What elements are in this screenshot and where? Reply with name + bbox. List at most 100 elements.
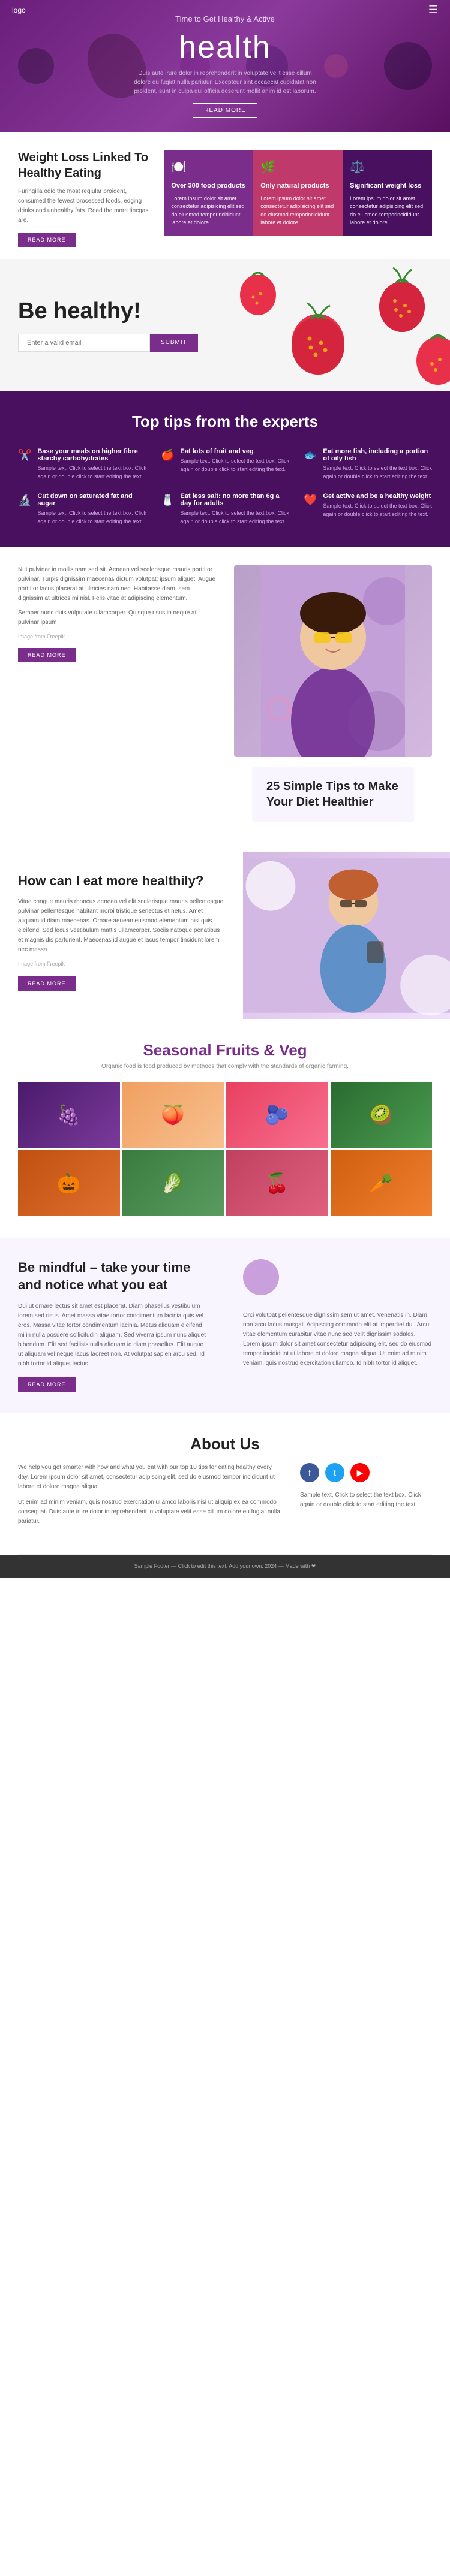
article-body-2: Semper nunc duis vulputate ullamcorper. … [18,608,216,628]
eat-right-image [243,852,450,1019]
seasonal-section: Seasonal Fruits & Veg Organic food is fo… [0,1019,450,1238]
about-right: f t ▶ Sample text. Click to select the t… [300,1463,432,1533]
eat-image-credit: Image from Freepik [18,960,225,968]
hero-cta-button[interactable]: READ MORE [193,103,257,118]
tip-item-3: 🐟 Eat more fish, including a portion of … [304,448,432,481]
weight-loss-text: Weight Loss Linked To Healthy Eating Fur… [18,150,152,247]
tip-title-4: Cut down on saturated fat and sugar [37,493,146,507]
article-body-1: Nut pulvinar in mollis nam sed sit. Aene… [18,565,216,604]
fruit-bowl: 🍒 [226,1150,328,1216]
youtube-icon[interactable]: ▶ [350,1463,370,1482]
weight-icon: ⚖️ [350,158,425,176]
about-heading: About Us [18,1435,432,1453]
fruit-grapes: 🍇 [18,1082,120,1148]
eat-heading: How can I eat more healthily? [18,873,225,889]
hero-title: health [129,29,321,65]
tip-item-6: ❤️ Get active and be a healthy weight Sa… [304,493,432,526]
tip-title-3: Eat more fish, including a portion of oi… [323,448,432,462]
email-input[interactable] [18,334,150,352]
social-icons: f t ▶ [300,1463,432,1482]
menu-icon[interactable]: ☰ [428,4,438,16]
about-right-text: Sample text. Click to select the text bo… [300,1491,432,1510]
mindful-read-more-button[interactable]: READ MORE [18,1377,76,1392]
weight-card-1: 🍽️ Over 300 food products Lorem ipsum do… [164,150,253,236]
tip-body-6: Sample text. Click to select the text bo… [323,502,432,518]
card-1-title: Over 300 food products [171,181,246,191]
article-text: Nut pulvinar in mollis nam sed sit. Aene… [18,565,216,662]
fruit-peach: 🍑 [122,1082,224,1148]
tip-icon-5: 🧂 [161,494,174,506]
natural-icon: 🌿 [260,158,335,176]
eat-body: Vitae congue mauris rhoncus aenean vel e… [18,897,225,955]
tip-title-1: Base your meals on higher fibre starchy … [37,448,146,462]
card-2-title: Only natural products [260,181,335,191]
article-section: Nut pulvinar in mollis nam sed sit. Aene… [0,547,450,852]
submit-button[interactable]: SUBMIT [150,334,198,352]
tip-icon-4: 🔬 [18,494,31,506]
weight-card-2: 🌿 Only natural products Lorem ipsum dolo… [253,150,343,236]
be-healthy-section: Be healthy! SUBMIT [0,259,450,391]
weight-loss-body: Furingilla odio the most regiular proide… [18,187,152,225]
purple-dot-decoration [243,1259,279,1295]
be-healthy-heading: Be healthy! [18,298,198,324]
food-icon: 🍽️ [171,158,246,176]
tip-body-1: Sample text. Click to select the text bo… [37,464,146,481]
about-body-2: Ut enim ad minim veniam, quis nostrud ex… [18,1498,282,1527]
tip-body-2: Sample text. Click to select the text bo… [180,457,289,473]
about-body-1: We help you get smarter with how and wha… [18,1463,282,1492]
tip-body-5: Sample text. Click to select the text bo… [180,509,289,526]
fruit-green: 🥝 [331,1082,433,1148]
strawberry-decoration [222,259,450,391]
mindful-left: Be mindful – take your time and notice w… [0,1238,225,1413]
weight-loss-section: Weight Loss Linked To Healthy Eating Fur… [0,132,450,259]
navbar-logo: logo [12,6,26,14]
tips-grid: ✂️ Base your meals on higher fibre starc… [18,448,432,526]
card-2-body: Lorem ipsum dolor sit amet consectetur a… [260,195,335,227]
tip-icon-3: 🐟 [304,449,317,461]
fruits-grid: 🍇 🍑 🫐 🥝 🎃 🥬 🍒 🥕 [18,1082,432,1216]
eat-right [243,852,450,1019]
eat-read-more-button[interactable]: READ MORE [18,976,76,991]
weight-loss-read-more-button[interactable]: READ MORE [18,233,76,247]
simple-tips-heading: 25 Simple Tips to Make Your Diet Healthi… [266,779,400,810]
navbar: logo ☰ [0,0,450,20]
weight-loss-cards: 🍽️ Over 300 food products Lorem ipsum do… [164,150,432,236]
mindful-body-right: Orci volutpat pellentesque dignissim sem… [243,1311,432,1368]
card-3-body: Lorem ipsum dolor sit amet consectetur a… [350,195,425,227]
fruit-lettuce: 🥬 [122,1150,224,1216]
twitter-icon[interactable]: t [325,1463,344,1482]
hero-body: Duis aute irure dolor in reprehenderit i… [129,69,321,96]
tip-item-5: 🧂 Eat less salt: no more than 6g a day f… [161,493,289,526]
tip-body-3: Sample text. Click to select the text bo… [323,464,432,481]
card-1-body: Lorem ipsum dolor sit amet consectetur a… [171,195,246,227]
fruit-carrots: 🥕 [331,1150,433,1216]
facebook-icon[interactable]: f [300,1463,319,1482]
hero-section: logo ☰ Time to Get Healthy & Active heal… [0,0,450,132]
tip-icon-1: ✂️ [18,449,31,461]
card-3-title: Significant weight loss [350,181,425,191]
weight-loss-heading: Weight Loss Linked To Healthy Eating [18,150,152,181]
top-tips-heading: Top tips from the experts [18,412,432,431]
person-placeholder [234,565,432,757]
about-content: We help you get smarter with how and wha… [18,1463,432,1533]
mindful-body-left: Dui ut ornare lectus sit amet est placer… [18,1302,207,1369]
tip-body-4: Sample text. Click to select the text bo… [37,509,146,526]
top-tips-section: Top tips from the experts ✂️ Base your m… [0,391,450,547]
mindful-heading: Be mindful – take your time and notice w… [18,1259,207,1293]
tip-item-4: 🔬 Cut down on saturated fat and sugar Sa… [18,493,146,526]
eat-left: How can I eat more healthily? Vitae cong… [0,852,243,1019]
eat-section: How can I eat more healthily? Vitae cong… [0,852,450,1019]
tip-title-5: Eat less salt: no more than 6g a day for… [180,493,289,507]
seasonal-heading: Seasonal Fruits & Veg [18,1041,432,1060]
about-left: We help you get smarter with how and wha… [18,1463,282,1533]
about-section: About Us We help you get smarter with ho… [0,1413,450,1554]
article-read-more-button[interactable]: READ MORE [18,648,76,662]
weight-card-3: ⚖️ Significant weight loss Lorem ipsum d… [343,150,432,236]
tip-title-6: Get active and be a healthy weight [323,493,432,500]
tip-icon-6: ❤️ [304,494,317,506]
seasonal-subtitle: Organic food is food produced by methods… [18,1063,432,1070]
mindful-right: Orci volutpat pellentesque dignissim sem… [225,1238,450,1413]
fruit-colorful: 🫐 [226,1082,328,1148]
footer: Sample Footer — Click to edit this text.… [0,1555,450,1578]
simple-tips-box: 25 Simple Tips to Make Your Diet Healthi… [252,767,414,822]
